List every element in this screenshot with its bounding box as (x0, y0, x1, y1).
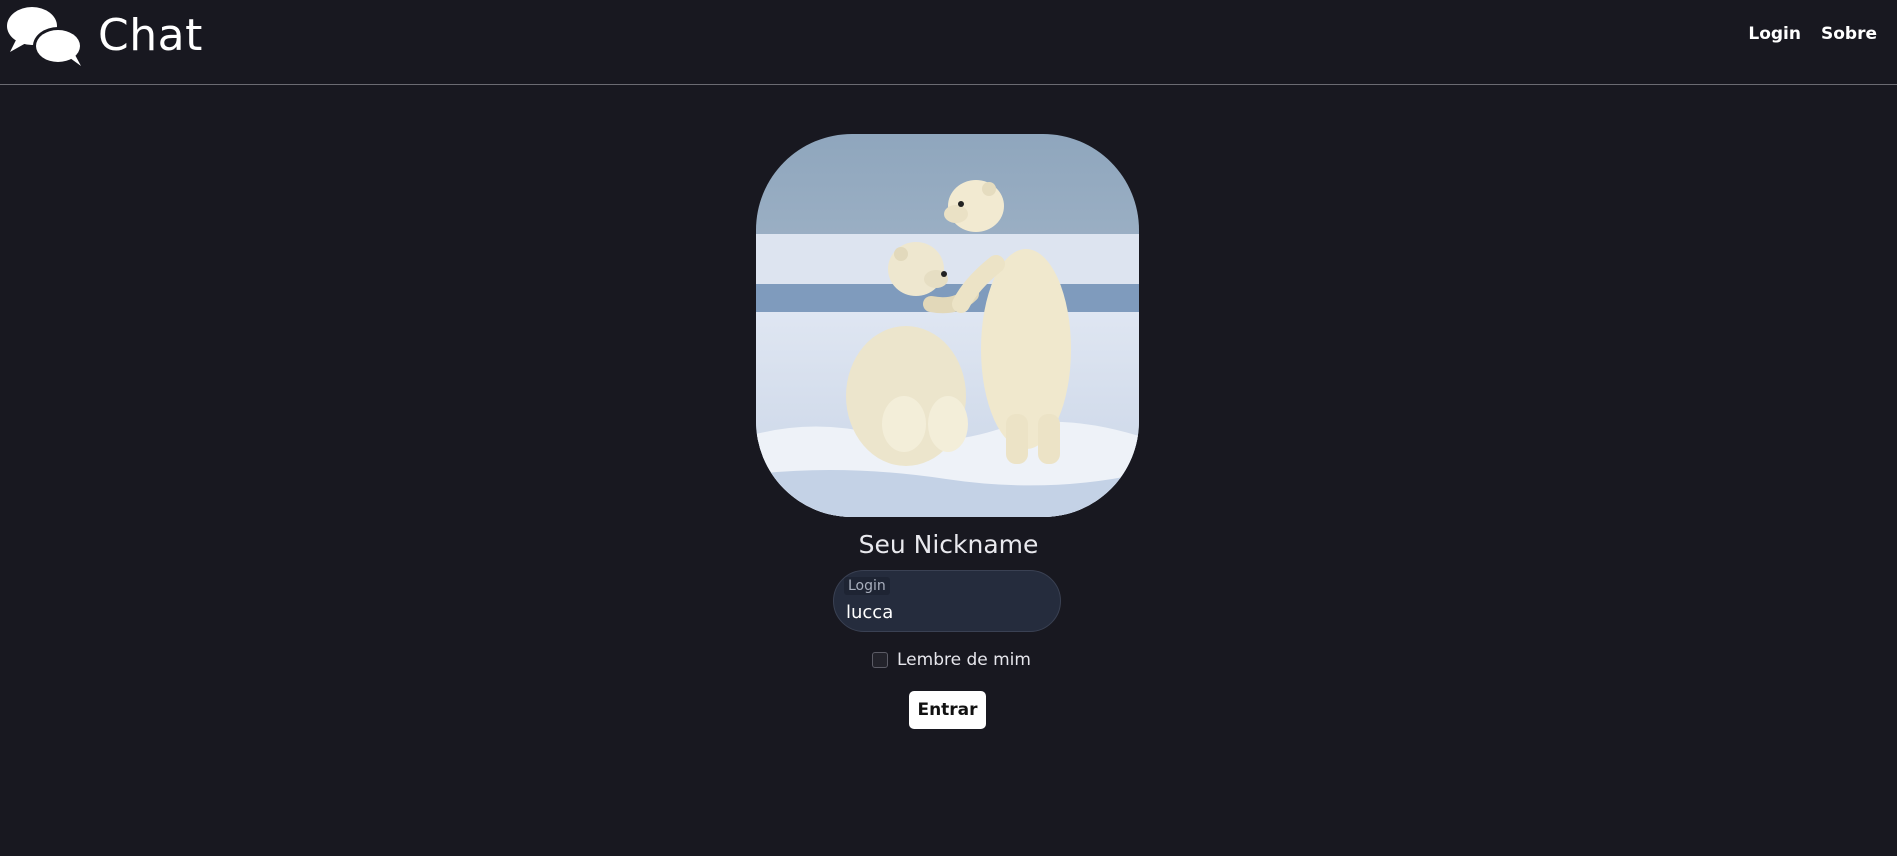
chat-bubbles-icon (7, 7, 83, 66)
navbar: Chat Login Sobre (0, 0, 1897, 85)
login-field[interactable]: Login (833, 570, 1061, 632)
remember-label: Lembre de mim (897, 650, 1031, 670)
nickname-heading: Seu Nickname (858, 530, 1039, 559)
brand[interactable]: Chat (6, 4, 203, 68)
nav-login-link[interactable]: Login (1748, 24, 1801, 44)
remember-me[interactable]: Lembre de mim (872, 650, 1031, 670)
remember-checkbox[interactable] (872, 652, 888, 668)
brand-title: Chat (98, 10, 203, 61)
login-label: Login (844, 577, 890, 595)
nav-about-link[interactable]: Sobre (1821, 24, 1877, 44)
enter-button[interactable]: Entrar (909, 691, 986, 729)
login-input[interactable] (846, 599, 1046, 625)
profile-picture (756, 134, 1139, 517)
nav-links: Login Sobre (1748, 24, 1877, 44)
